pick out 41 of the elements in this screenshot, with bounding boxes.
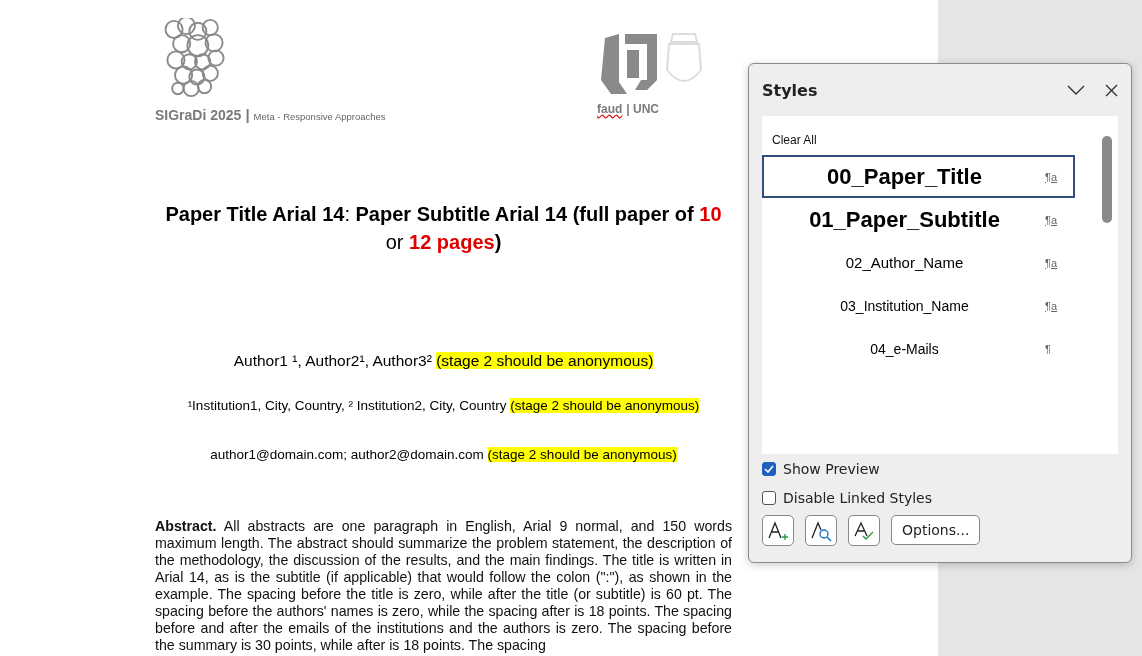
checkbox[interactable]: [762, 490, 776, 505]
checkbox[interactable]: [762, 461, 776, 476]
style-item[interactable]: 02_Author_Name ¶a: [762, 241, 1075, 284]
conference-name: SIGraDi 2025: [155, 107, 242, 123]
style-item[interactable]: 03_Institution_Name ¶a: [762, 284, 1075, 327]
separator: |: [245, 106, 250, 123]
letter-a-plus-icon: [767, 519, 789, 542]
university-name: | UNC: [626, 102, 660, 116]
letter-a-magnifier-icon: [810, 519, 832, 542]
style-item[interactable]: 04_e-Mails ¶: [762, 327, 1075, 370]
style-item[interactable]: 00_Paper_Title ¶a: [762, 155, 1075, 198]
close-icon[interactable]: [1105, 83, 1118, 97]
manage-styles-button[interactable]: [848, 515, 880, 546]
checkbox-label: Show Preview: [783, 460, 880, 477]
style-item[interactable]: 01_Paper_Subtitle ¶a: [762, 198, 1075, 241]
style-inspector-button[interactable]: [805, 515, 837, 546]
paper-title: Paper Title Arial 14: Paper Subtitle Arial 14 (full paper of 10 or 12 pages): [164, 202, 723, 255]
options-button[interactable]: Options...: [891, 515, 981, 545]
author-emails: author1@domain.com; author2@domain.com (stage 2 should be anonymous): [209, 447, 678, 462]
style-name: 00_Paper_Title: [826, 163, 983, 190]
style-name: 02_Author_Name: [844, 254, 965, 271]
author-names: Author1 ¹, Author2¹, Author3² (stage 2 should be anonymous): [232, 352, 655, 370]
scrollbar-thumb[interactable]: [1102, 136, 1112, 223]
institution-names: ¹Institution1, City, Country, ² Institution2, City, Country (stage 2 should be anonymous): [186, 398, 701, 413]
style-type-mark: ¶a: [1045, 213, 1059, 226]
checkmark-icon: [764, 464, 774, 473]
faculty-name: faud: [597, 102, 623, 116]
chevron-down-icon[interactable]: [1067, 85, 1085, 95]
clear-all-item[interactable]: Clear All: [772, 133, 817, 147]
style-type-mark: ¶: [1045, 342, 1052, 355]
style-type-mark: ¶a: [1045, 170, 1059, 183]
style-type-mark: ¶a: [1045, 256, 1059, 269]
checkbox-label: Disable Linked Styles: [783, 489, 932, 506]
style-type-mark: ¶a: [1045, 299, 1059, 312]
style-name: 04_e-Mails: [869, 340, 940, 357]
conference-theme: Meta - Responsive Approaches: [253, 111, 386, 122]
style-name: 03_Institution_Name: [839, 297, 970, 314]
pane-title: Styles: [762, 80, 819, 100]
abstract-paragraph: Abstract. All abstracts are one paragraph in English, Arial 9 normal, and 150 words maximum length. The abstract should summarize the problem statement, the description of the methodology, the discussion of the results, and the main findings. The title is written in Arial 14, as is the subtitle (if applicable) that would follow the colon (":"), as shown in the example. The spacing before the title is zero, while after the title (or subtitle) is 60 pt. The spacing before the authors' names is zero, while the spacing after is 18 points. The spacing before and after the emails of the institutions and the authors is zero. The spacing before the summary is 30 points, while after is 18 points. The spacing: [155, 518, 732, 654]
style-name: 01_Paper_Subtitle: [808, 206, 1001, 233]
new-style-button[interactable]: [762, 515, 794, 546]
